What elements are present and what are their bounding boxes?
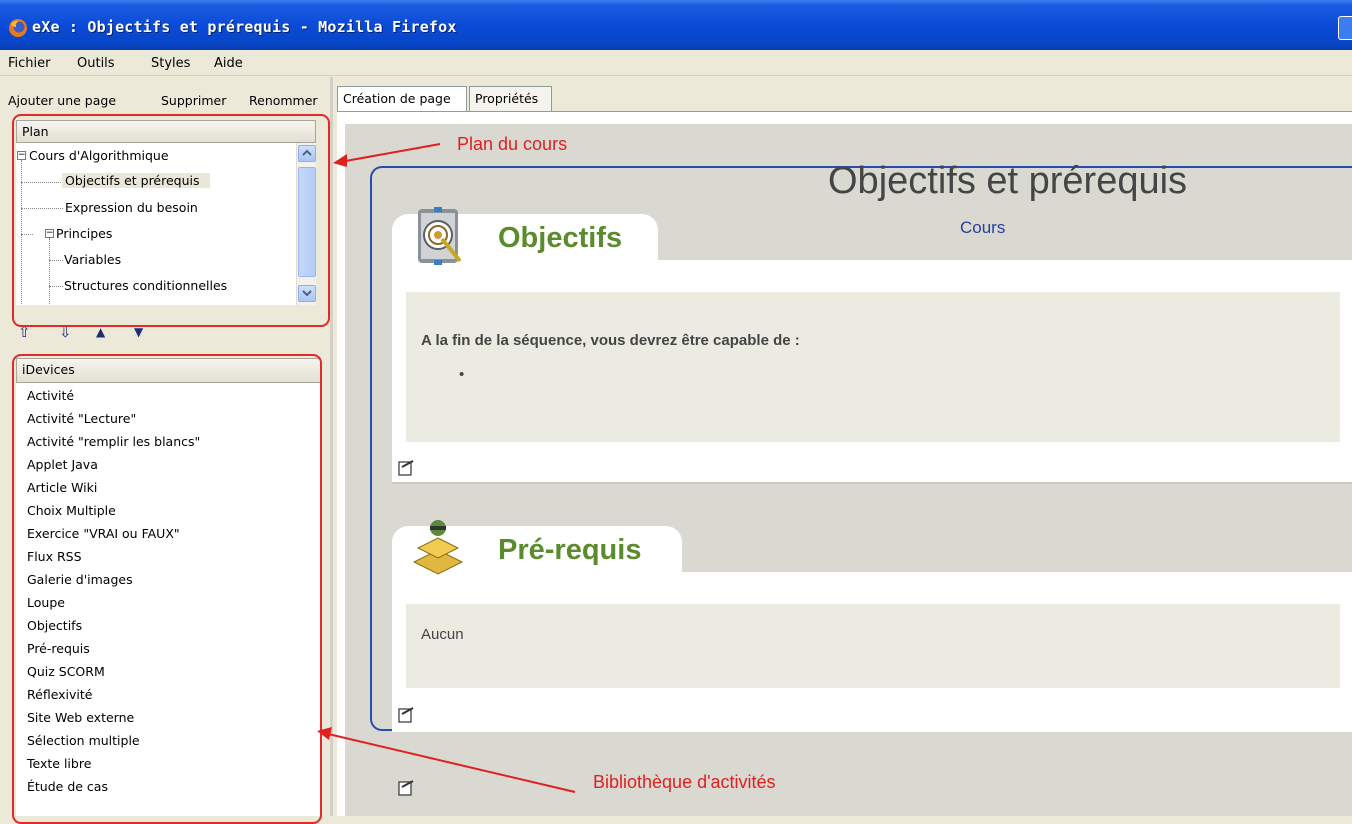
plan-annotation: Plan du cours (457, 134, 568, 154)
annotation-arrows (317, 143, 576, 793)
library-annotation: Bibliothèque d'activités (593, 772, 776, 792)
